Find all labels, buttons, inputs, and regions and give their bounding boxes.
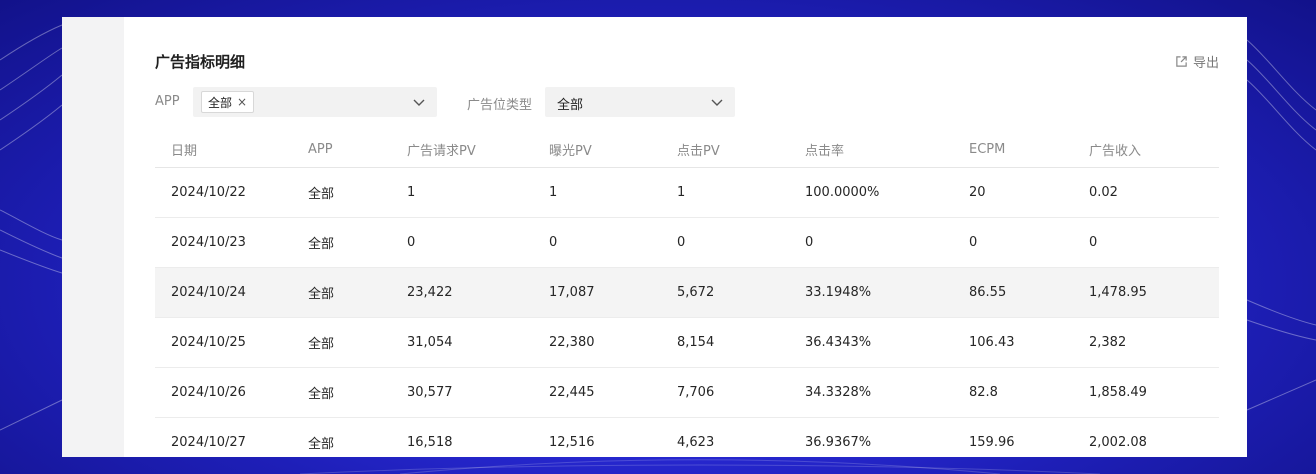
table-cell: 全部: [292, 217, 391, 268]
table-row[interactable]: 2024/10/22 全部 1 1 1 100.0000% 20 0.02: [155, 167, 1219, 218]
table-cell: 2,002.08: [1073, 417, 1219, 457]
chevron-down-icon: [413, 99, 425, 106]
table-cell: 4,623: [661, 417, 789, 457]
column-header[interactable]: 日期: [155, 132, 292, 168]
table-cell: 2024/10/25: [155, 317, 292, 368]
table-cell: 17,087: [533, 267, 661, 318]
table-cell: 2024/10/26: [155, 367, 292, 418]
table-cell: 16,518: [391, 417, 533, 457]
table-cell: 23,422: [391, 267, 533, 318]
table-cell: 1: [391, 167, 533, 218]
table-row[interactable]: 2024/10/26 全部 30,577 22,445 7,706 34.332…: [155, 367, 1219, 418]
page-title: 广告指标明细: [155, 53, 246, 71]
column-header[interactable]: 点击PV: [661, 132, 789, 168]
table-cell: 2024/10/24: [155, 267, 292, 318]
table-row-hovered[interactable]: 2024/10/24 全部 23,422 17,087 5,672 33.194…: [155, 267, 1219, 318]
table-cell: 2024/10/27: [155, 417, 292, 457]
table-cell: 86.55: [953, 267, 1073, 318]
table-cell: 100.0000%: [789, 167, 953, 218]
export-label: 导出: [1192, 56, 1219, 71]
table-cell: 2024/10/22: [155, 167, 292, 218]
table-cell: 0.02: [1073, 167, 1219, 218]
table-cell: 22,445: [533, 367, 661, 418]
external-link-icon: [1176, 56, 1187, 67]
table-cell: 1: [533, 167, 661, 218]
column-header[interactable]: 广告请求PV: [391, 132, 533, 168]
ad-metrics-table: 日期 APP 广告请求PV 曝光PV 点击PV 点击率 ECPM 广告收入 20…: [155, 132, 1219, 457]
app-select[interactable]: 全部 ×: [193, 87, 437, 117]
table-header-row: 日期 APP 广告请求PV 曝光PV 点击PV 点击率 ECPM 广告收入: [155, 132, 1219, 168]
ad-slot-type-value: 全部: [557, 98, 584, 113]
table-cell: 1,858.49: [1073, 367, 1219, 418]
table-cell: 全部: [292, 267, 391, 318]
app-selected-tag: 全部 ×: [201, 91, 255, 113]
column-header[interactable]: ECPM: [953, 132, 1073, 168]
table-cell: 2,382: [1073, 317, 1219, 368]
table-cell: 5,672: [661, 267, 789, 318]
table-cell: 30,577: [391, 367, 533, 418]
ad-slot-type-select[interactable]: 全部: [545, 87, 735, 117]
tag-close-icon[interactable]: ×: [237, 95, 247, 109]
table-cell: 36.4343%: [789, 317, 953, 368]
table-row[interactable]: 2024/10/25 全部 31,054 22,380 8,154 36.434…: [155, 317, 1219, 368]
table-cell: 31,054: [391, 317, 533, 368]
table-cell: 1,478.95: [1073, 267, 1219, 318]
export-button[interactable]: 导出: [1175, 52, 1219, 71]
table-cell: 22,380: [533, 317, 661, 368]
table-cell: 全部: [292, 317, 391, 368]
column-header[interactable]: APP: [292, 132, 391, 168]
column-header[interactable]: 广告收入: [1073, 132, 1219, 168]
chevron-down-icon: [711, 99, 723, 106]
table-cell: 106.43: [953, 317, 1073, 368]
table-cell: 7,706: [661, 367, 789, 418]
column-header[interactable]: 曝光PV: [533, 132, 661, 168]
filter-bar: APP 全部 × 广告位类型 全部: [155, 87, 1219, 117]
table-cell: 1: [661, 167, 789, 218]
content-panel: 广告指标明细 导出 APP 全部 × 广告位类型 全部 日期 APP 广告请求P…: [124, 17, 1247, 457]
table-cell: 0: [789, 217, 953, 268]
table-cell: 82.8: [953, 367, 1073, 418]
table-cell: 0: [1073, 217, 1219, 268]
table-cell: 159.96: [953, 417, 1073, 457]
app-tag-label: 全部: [208, 95, 233, 110]
table-cell: 33.1948%: [789, 267, 953, 318]
app-filter-label: APP: [155, 94, 180, 109]
table-cell: 2024/10/23: [155, 217, 292, 268]
app-window: 广告指标明细 导出 APP 全部 × 广告位类型 全部 日期 APP 广告请求P…: [62, 17, 1247, 457]
ad-slot-type-label: 广告位类型: [467, 98, 533, 113]
table-cell: 全部: [292, 367, 391, 418]
table-row[interactable]: 2024/10/27 全部 16,518 12,516 4,623 36.936…: [155, 417, 1219, 457]
table-cell: 0: [533, 217, 661, 268]
table-row[interactable]: 2024/10/23 全部 0 0 0 0 0 0: [155, 217, 1219, 268]
table-cell: 全部: [292, 167, 391, 218]
table-cell: 0: [953, 217, 1073, 268]
table-cell: 20: [953, 167, 1073, 218]
table-cell: 12,516: [533, 417, 661, 457]
table-cell: 全部: [292, 417, 391, 457]
table-cell: 8,154: [661, 317, 789, 368]
table-cell: 0: [391, 217, 533, 268]
table-cell: 36.9367%: [789, 417, 953, 457]
table-cell: 0: [661, 217, 789, 268]
table-cell: 34.3328%: [789, 367, 953, 418]
column-header[interactable]: 点击率: [789, 132, 953, 168]
